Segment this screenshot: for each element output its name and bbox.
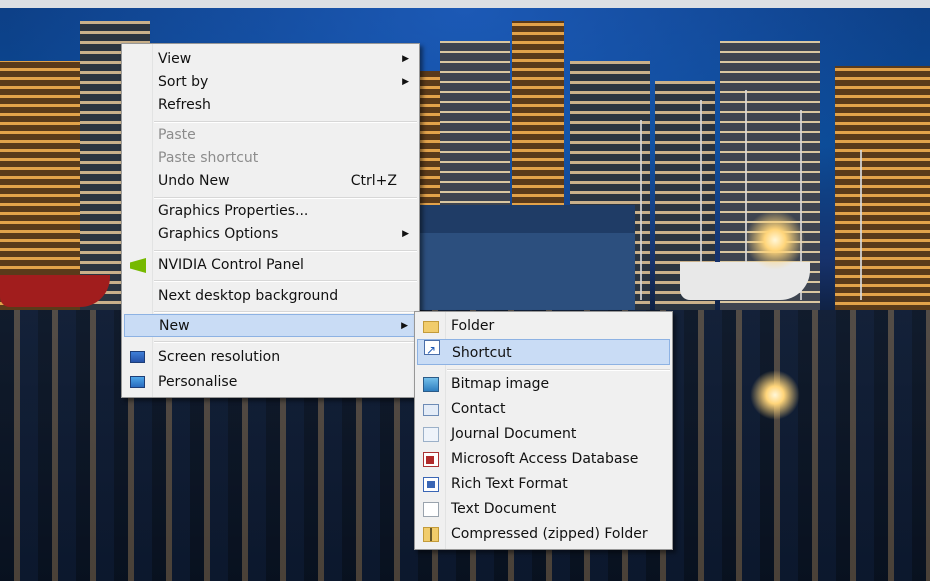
menu-item-label: New — [159, 318, 190, 334]
submenu-arrow-icon: ▶ — [402, 229, 409, 239]
nvidia-icon — [130, 258, 146, 273]
submenu-item-folder[interactable]: Folder — [417, 315, 670, 338]
menu-item-undo-new[interactable]: Undo New Ctrl+Z — [124, 170, 417, 193]
rtf-icon — [423, 477, 439, 492]
zip-folder-icon — [423, 527, 439, 542]
menu-item-paste-shortcut: Paste shortcut — [124, 147, 417, 170]
submenu-item-contact[interactable]: Contact — [417, 398, 670, 421]
submenu-arrow-icon: ▶ — [401, 321, 408, 331]
menu-item-label: Compressed (zipped) Folder — [451, 526, 648, 542]
contact-icon — [423, 404, 439, 416]
menu-item-paste: Paste — [124, 124, 417, 147]
submenu-item-rich-text-format[interactable]: Rich Text Format — [417, 473, 670, 496]
menu-separator — [154, 280, 417, 282]
menu-item-label: Bitmap image — [451, 376, 550, 392]
menu-item-graphics-options[interactable]: Graphics Options ▶ — [124, 223, 417, 246]
bitmap-icon — [423, 377, 439, 392]
submenu-item-access-database[interactable]: Microsoft Access Database — [417, 448, 670, 471]
folder-icon — [423, 321, 439, 333]
menu-item-screen-resolution[interactable]: Screen resolution — [124, 346, 417, 369]
warehouse-roof — [395, 205, 635, 315]
desktop-context-menu: View ▶ Sort by ▶ Refresh Paste Paste sho… — [121, 43, 420, 398]
new-submenu: Folder Shortcut Bitmap image Contact Jou… — [414, 311, 673, 550]
menu-item-label: Next desktop background — [158, 288, 339, 304]
submenu-item-bitmap-image[interactable]: Bitmap image — [417, 373, 670, 396]
menu-item-next-desktop-background[interactable]: Next desktop background — [124, 285, 417, 308]
submenu-arrow-icon: ▶ — [402, 54, 409, 64]
menu-separator — [154, 197, 417, 199]
menu-item-view[interactable]: View ▶ — [124, 48, 417, 71]
menu-separator — [154, 121, 417, 123]
menu-item-label: Contact — [451, 401, 506, 417]
menu-item-label: NVIDIA Control Panel — [158, 257, 304, 273]
menu-item-label: Microsoft Access Database — [451, 451, 639, 467]
menu-item-label: Refresh — [158, 97, 211, 113]
menu-separator — [154, 311, 417, 313]
menu-item-label: Journal Document — [451, 426, 577, 442]
menu-item-label: View — [158, 51, 192, 67]
shortcut-hint: Ctrl+Z — [350, 173, 397, 189]
menu-separator — [154, 341, 417, 343]
menu-item-sort-by[interactable]: Sort by ▶ — [124, 71, 417, 94]
menu-separator — [154, 250, 417, 252]
light-reflection — [750, 370, 800, 420]
monitor-icon — [130, 351, 145, 363]
menu-item-new[interactable]: New ▶ — [124, 314, 417, 337]
shortcut-icon — [424, 337, 440, 363]
submenu-item-journal-document[interactable]: Journal Document — [417, 423, 670, 446]
menu-item-refresh[interactable]: Refresh — [124, 94, 417, 117]
submenu-item-shortcut[interactable]: Shortcut — [417, 337, 670, 365]
building — [835, 66, 930, 311]
window-top-strip — [0, 0, 930, 8]
menu-item-label: Sort by — [158, 74, 209, 90]
menu-item-personalise[interactable]: Personalise — [124, 371, 417, 394]
menu-item-label: Paste — [158, 127, 196, 143]
menu-item-label: Text Document — [451, 501, 557, 517]
boat-mast — [860, 150, 862, 300]
boat-mast — [640, 120, 642, 300]
menu-item-label: Folder — [451, 318, 495, 334]
menu-item-label: Graphics Properties... — [158, 203, 309, 219]
submenu-arrow-icon: ▶ — [402, 77, 409, 87]
menu-item-nvidia-control-panel[interactable]: NVIDIA Control Panel — [124, 254, 417, 277]
text-document-icon — [423, 502, 439, 517]
menu-item-label: Screen resolution — [158, 349, 281, 365]
personalise-icon — [130, 376, 145, 388]
menu-item-label: Undo New — [158, 173, 230, 189]
menu-item-graphics-properties[interactable]: Graphics Properties... — [124, 200, 417, 223]
boat — [680, 262, 810, 300]
access-icon — [423, 452, 439, 467]
menu-separator — [447, 369, 670, 371]
submenu-item-compressed-folder[interactable]: Compressed (zipped) Folder — [417, 523, 670, 546]
submenu-item-text-document[interactable]: Text Document — [417, 498, 670, 521]
menu-item-label: Paste shortcut — [158, 150, 259, 166]
boat — [0, 275, 110, 307]
menu-item-label: Graphics Options — [158, 226, 279, 242]
journal-icon — [423, 427, 439, 442]
menu-item-label: Personalise — [158, 374, 238, 390]
light-glow — [745, 210, 805, 270]
menu-item-label: Rich Text Format — [451, 476, 568, 492]
menu-item-label: Shortcut — [452, 345, 512, 361]
